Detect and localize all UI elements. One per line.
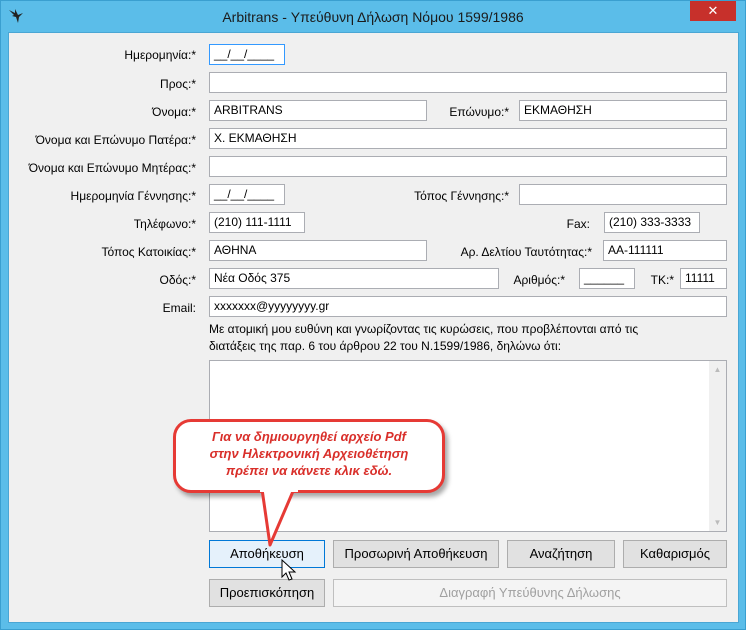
name-label: Όνομα:* <box>152 105 196 119</box>
delete-declaration-button[interactable]: Διαγραφή Υπεύθυνης Δήλωσης <box>333 579 727 607</box>
street-label: Οδός:* <box>159 273 196 287</box>
clear-button[interactable]: Καθαρισμός <box>623 540 727 568</box>
father-label: Όνομα και Επώνυμο Πατέρα:* <box>35 133 196 147</box>
callout-line-2: στην Ηλεκτρονική Αρχειοθέτηση <box>209 446 409 461</box>
phone-field[interactable]: (210) 111-1111 <box>209 212 305 233</box>
birth-date-field[interactable]: __/__/____ <box>209 184 285 205</box>
residence-field[interactable]: ΑΘΗΝΑ <box>209 240 427 261</box>
to-label: Προς:* <box>160 77 196 91</box>
birth-place-label: Τόπος Γέννησης:* <box>414 189 509 203</box>
app-window: Arbitrans - Υπεύθυνη Δήλωση Νόμου 1599/1… <box>0 0 746 630</box>
surname-label: Επώνυμο:* <box>449 105 509 119</box>
street-number-label: Αριθμός:* <box>513 273 565 287</box>
email-field[interactable]: xxxxxxx@yyyyyyyy.gr <box>209 296 727 317</box>
temp-save-button[interactable]: Προσωρινή Αποθήκευση <box>333 540 499 568</box>
surname-field[interactable]: ΕΚΜΑΘΗΣΗ <box>519 100 727 121</box>
postal-code-field[interactable]: 11111 <box>680 268 727 289</box>
id-number-label: Αρ. Δελτίου Ταυτότητας:* <box>460 245 592 259</box>
callout-line-1: Για να δημιουργηθεί αρχείο Pdf <box>212 429 406 444</box>
scroll-down-icon[interactable]: ▼ <box>709 514 726 531</box>
mother-label: Όνομα και Επώνυμο Μητέρας:* <box>28 161 196 175</box>
name-field[interactable]: ARBITRANS <box>209 100 427 121</box>
father-field[interactable]: Χ. ΕΚΜΑΘΗΣΗ <box>209 128 727 149</box>
close-icon: ✕ <box>707 3 719 18</box>
fax-label: Fax: <box>566 217 590 231</box>
mouse-cursor-icon <box>281 559 297 581</box>
to-field[interactable] <box>209 72 727 93</box>
callout-pointer-icon <box>260 487 298 547</box>
preview-button[interactable]: Προεπισκόπηση <box>209 579 325 607</box>
date-field[interactable]: __/__/____ <box>209 44 285 65</box>
street-number-field[interactable]: ______ <box>579 268 635 289</box>
mother-field[interactable] <box>209 156 727 177</box>
search-button[interactable]: Αναζήτηση <box>507 540 615 568</box>
phone-label: Τηλέφωνο:* <box>133 217 196 231</box>
callout-line-3: πρέπει να κάνετε κλικ εδώ. <box>225 463 393 478</box>
declaration-intro-line1: Με ατομική μου ευθύνη και γνωρίζοντας τι… <box>209 322 639 336</box>
postal-code-label: ΤΚ:* <box>650 273 674 287</box>
birth-place-field[interactable] <box>519 184 727 205</box>
date-label: Ημερομηνία:* <box>124 48 196 62</box>
scroll-up-icon[interactable]: ▲ <box>709 361 726 378</box>
id-number-field[interactable]: ΑΑ-111111 <box>603 240 727 261</box>
title-bar: Arbitrans - Υπεύθυνη Δήλωση Νόμου 1599/1… <box>1 1 745 33</box>
vertical-scrollbar[interactable]: ▲ ▼ <box>709 361 726 531</box>
declaration-intro-line2: διατάξεις της παρ. 6 του άρθρου 22 του Ν… <box>209 339 562 353</box>
email-label: Email: <box>162 301 196 315</box>
residence-label: Τόπος Κατοικίας:* <box>101 245 196 259</box>
street-field[interactable]: Νέα Οδός 375 <box>209 268 499 289</box>
help-callout: Για να δημιουργηθεί αρχείο Pdf στην Ηλεκ… <box>173 419 445 493</box>
window-title: Arbitrans - Υπεύθυνη Δήλωση Νόμου 1599/1… <box>222 9 524 25</box>
birth-date-label: Ημερομηνία Γέννησης:* <box>70 189 196 203</box>
fax-field[interactable]: (210) 333-3333 <box>604 212 700 233</box>
close-button[interactable]: ✕ <box>690 1 736 21</box>
